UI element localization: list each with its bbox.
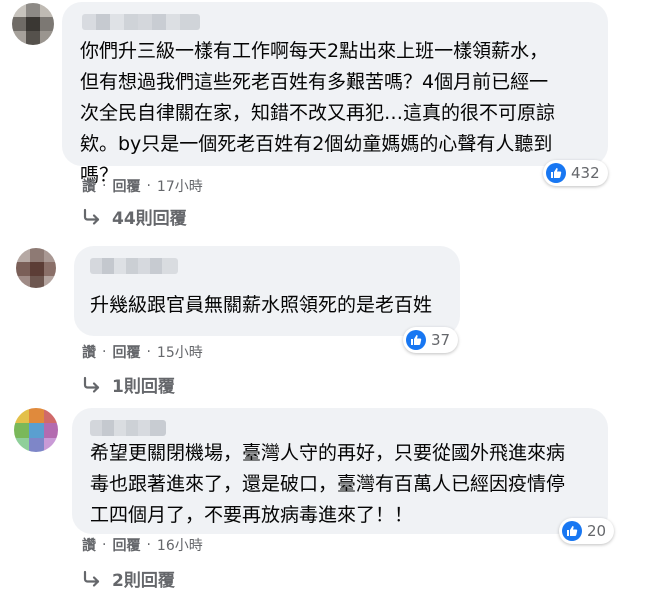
commenter-name[interactable]	[90, 258, 178, 274]
view-replies-link[interactable]: 44則回覆	[82, 204, 187, 229]
view-replies-link[interactable]: 2則回覆	[82, 566, 175, 591]
reply-button[interactable]: 回覆	[112, 176, 140, 196]
comment-actions: 讚 · 回覆 · 15小時	[82, 342, 203, 362]
commenter-avatar[interactable]	[12, 3, 54, 45]
reply-arrow-icon	[83, 376, 100, 393]
comment-bubble: 升幾級跟官員無關薪水照領死的是老百姓	[74, 246, 460, 336]
separator: ·	[102, 178, 107, 194]
comment-bubble: 希望更關閉機場，臺灣人守的再好，只要從國外飛進來病 毒也跟著進來了，還是破口，臺…	[72, 408, 608, 534]
reaction-count-badge[interactable]: 37	[403, 327, 459, 353]
view-replies-link[interactable]: 1則回覆	[82, 372, 175, 397]
reply-arrow-icon	[83, 208, 100, 225]
separator: ·	[102, 344, 107, 360]
like-button[interactable]: 讚	[82, 535, 96, 555]
comments-section: 你們升三級一樣有工作啊每天2點出來上班一樣領薪水， 但有想過我們這些死老百姓有多…	[0, 0, 656, 595]
commenter-avatar[interactable]	[14, 408, 58, 452]
thumbs-up-icon	[562, 521, 582, 541]
reaction-count-badge[interactable]: 20	[559, 518, 615, 544]
reply-button[interactable]: 回覆	[112, 535, 140, 555]
reaction-count: 20	[587, 522, 607, 540]
separator: ·	[102, 537, 107, 553]
comment-text: 希望更關閉機場，臺灣人守的再好，只要從國外飛進來病 毒也跟著進來了，還是破口，臺…	[90, 442, 566, 526]
replies-count-label[interactable]: 44則回覆	[112, 204, 187, 229]
comment-text: 你們升三級一樣有工作啊每天2點出來上班一樣領薪水， 但有想過我們這些死老百姓有多…	[80, 40, 556, 186]
comment-timestamp[interactable]: 16小時	[157, 535, 203, 555]
comment-actions: 讚 · 回覆 · 17小時	[82, 176, 203, 196]
like-button[interactable]: 讚	[82, 176, 96, 196]
separator: ·	[146, 537, 151, 553]
separator: ·	[146, 344, 151, 360]
like-button[interactable]: 讚	[82, 342, 96, 362]
thumbs-up-icon	[406, 330, 426, 350]
comment-timestamp[interactable]: 15小時	[157, 342, 203, 362]
comment-text: 升幾級跟官員無關薪水照領死的是老百姓	[90, 294, 433, 316]
comment-actions: 讚 · 回覆 · 16小時	[82, 535, 203, 555]
comment-timestamp[interactable]: 17小時	[157, 176, 203, 196]
commenter-name[interactable]	[90, 420, 166, 436]
separator: ·	[146, 178, 151, 194]
reply-button[interactable]: 回覆	[112, 342, 140, 362]
reaction-count-badge[interactable]: 432	[543, 160, 608, 186]
commenter-avatar[interactable]	[16, 248, 56, 288]
reaction-count: 432	[571, 164, 600, 182]
thumbs-up-icon	[546, 163, 566, 183]
commenter-name[interactable]	[82, 14, 200, 30]
replies-count-label[interactable]: 2則回覆	[112, 566, 175, 591]
comment-bubble: 你們升三級一樣有工作啊每天2點出來上班一樣領薪水， 但有想過我們這些死老百姓有多…	[62, 2, 608, 186]
reaction-count: 37	[431, 331, 451, 349]
reply-arrow-icon	[83, 570, 100, 587]
replies-count-label[interactable]: 1則回覆	[112, 372, 175, 397]
